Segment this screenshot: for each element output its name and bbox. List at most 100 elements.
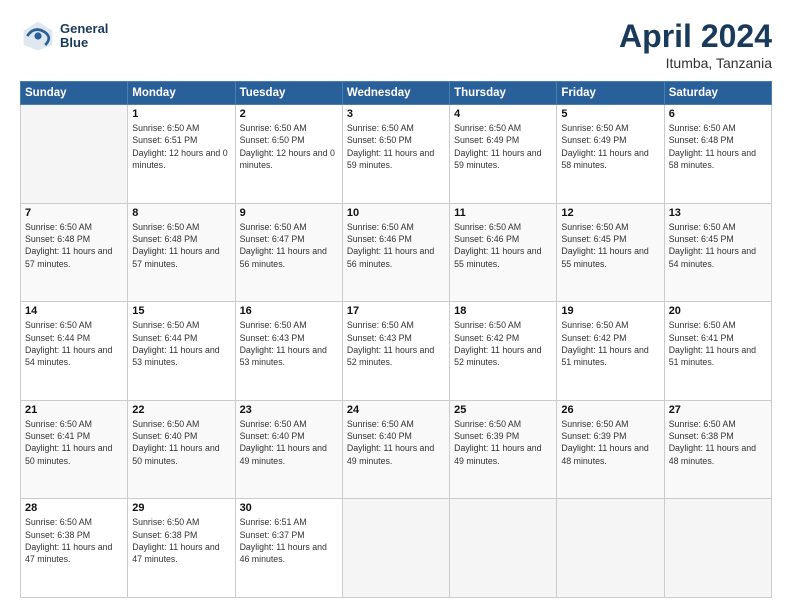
sunrise-text: Sunrise: 6:50 AM [132, 123, 199, 133]
day-number: 17 [347, 305, 445, 317]
day-number: 10 [347, 207, 445, 219]
sunrise-text: Sunrise: 6:50 AM [669, 419, 736, 429]
calendar-cell: 19 Sunrise: 6:50 AM Sunset: 6:42 PM Dayl… [557, 302, 664, 401]
daylight-text: Daylight: 11 hours and 57 minutes. [25, 246, 112, 268]
sunrise-text: Sunrise: 6:50 AM [132, 419, 199, 429]
sunrise-text: Sunrise: 6:50 AM [240, 222, 307, 232]
day-info: Sunrise: 6:50 AM Sunset: 6:51 PM Dayligh… [132, 122, 230, 171]
day-info: Sunrise: 6:50 AM Sunset: 6:48 PM Dayligh… [25, 221, 123, 270]
weekday-header-friday: Friday [557, 82, 664, 105]
day-info: Sunrise: 6:50 AM Sunset: 6:39 PM Dayligh… [561, 418, 659, 467]
logo-line2: Blue [60, 36, 108, 50]
day-info: Sunrise: 6:50 AM Sunset: 6:47 PM Dayligh… [240, 221, 338, 270]
sunset-text: Sunset: 6:42 PM [454, 333, 519, 343]
weekday-header-tuesday: Tuesday [235, 82, 342, 105]
day-number: 1 [132, 108, 230, 120]
month-title: April 2024 [619, 18, 772, 55]
day-number: 9 [240, 207, 338, 219]
sunset-text: Sunset: 6:50 PM [347, 135, 412, 145]
daylight-text: Daylight: 12 hours and 0 minutes. [240, 148, 335, 170]
daylight-text: Daylight: 11 hours and 59 minutes. [454, 148, 541, 170]
sunrise-text: Sunrise: 6:50 AM [132, 517, 199, 527]
day-number: 13 [669, 207, 767, 219]
day-info: Sunrise: 6:50 AM Sunset: 6:41 PM Dayligh… [669, 319, 767, 368]
calendar-cell [450, 499, 557, 598]
sunrise-text: Sunrise: 6:50 AM [240, 123, 307, 133]
daylight-text: Daylight: 11 hours and 46 minutes. [240, 542, 327, 564]
sunset-text: Sunset: 6:43 PM [347, 333, 412, 343]
day-info: Sunrise: 6:50 AM Sunset: 6:48 PM Dayligh… [669, 122, 767, 171]
day-number: 29 [132, 502, 230, 514]
sunset-text: Sunset: 6:45 PM [561, 234, 626, 244]
sunrise-text: Sunrise: 6:50 AM [240, 320, 307, 330]
daylight-text: Daylight: 11 hours and 51 minutes. [669, 345, 756, 367]
day-number: 20 [669, 305, 767, 317]
weekday-header-sunday: Sunday [21, 82, 128, 105]
day-info: Sunrise: 6:50 AM Sunset: 6:44 PM Dayligh… [132, 319, 230, 368]
daylight-text: Daylight: 11 hours and 53 minutes. [240, 345, 327, 367]
day-number: 14 [25, 305, 123, 317]
daylight-text: Daylight: 11 hours and 47 minutes. [132, 542, 219, 564]
weekday-header-wednesday: Wednesday [342, 82, 449, 105]
daylight-text: Daylight: 11 hours and 56 minutes. [347, 246, 434, 268]
sunset-text: Sunset: 6:38 PM [132, 530, 197, 540]
daylight-text: Daylight: 11 hours and 57 minutes. [132, 246, 219, 268]
sunrise-text: Sunrise: 6:50 AM [454, 320, 521, 330]
daylight-text: Daylight: 11 hours and 53 minutes. [132, 345, 219, 367]
calendar-cell: 22 Sunrise: 6:50 AM Sunset: 6:40 PM Dayl… [128, 400, 235, 499]
day-info: Sunrise: 6:50 AM Sunset: 6:40 PM Dayligh… [132, 418, 230, 467]
calendar-cell: 15 Sunrise: 6:50 AM Sunset: 6:44 PM Dayl… [128, 302, 235, 401]
sunset-text: Sunset: 6:44 PM [25, 333, 90, 343]
daylight-text: Daylight: 11 hours and 55 minutes. [454, 246, 541, 268]
logo-text: General Blue [60, 22, 108, 51]
sunset-text: Sunset: 6:48 PM [25, 234, 90, 244]
day-number: 26 [561, 404, 659, 416]
calendar-cell: 4 Sunrise: 6:50 AM Sunset: 6:49 PM Dayli… [450, 105, 557, 204]
sunset-text: Sunset: 6:40 PM [132, 431, 197, 441]
day-info: Sunrise: 6:50 AM Sunset: 6:38 PM Dayligh… [669, 418, 767, 467]
sunrise-text: Sunrise: 6:50 AM [561, 320, 628, 330]
calendar-week-row: 7 Sunrise: 6:50 AM Sunset: 6:48 PM Dayli… [21, 203, 772, 302]
daylight-text: Daylight: 11 hours and 52 minutes. [347, 345, 434, 367]
daylight-text: Daylight: 11 hours and 49 minutes. [240, 443, 327, 465]
calendar-cell: 11 Sunrise: 6:50 AM Sunset: 6:46 PM Dayl… [450, 203, 557, 302]
calendar-cell: 24 Sunrise: 6:50 AM Sunset: 6:40 PM Dayl… [342, 400, 449, 499]
day-info: Sunrise: 6:50 AM Sunset: 6:40 PM Dayligh… [240, 418, 338, 467]
calendar-cell: 21 Sunrise: 6:50 AM Sunset: 6:41 PM Dayl… [21, 400, 128, 499]
day-number: 27 [669, 404, 767, 416]
calendar-header-row: SundayMondayTuesdayWednesdayThursdayFrid… [21, 82, 772, 105]
sunset-text: Sunset: 6:44 PM [132, 333, 197, 343]
sunrise-text: Sunrise: 6:50 AM [240, 419, 307, 429]
day-info: Sunrise: 6:50 AM Sunset: 6:46 PM Dayligh… [454, 221, 552, 270]
day-number: 3 [347, 108, 445, 120]
calendar-cell: 27 Sunrise: 6:50 AM Sunset: 6:38 PM Dayl… [664, 400, 771, 499]
day-number: 12 [561, 207, 659, 219]
sunrise-text: Sunrise: 6:50 AM [132, 222, 199, 232]
logo-line1: General [60, 22, 108, 36]
sunrise-text: Sunrise: 6:50 AM [454, 123, 521, 133]
calendar-cell [342, 499, 449, 598]
weekday-header-saturday: Saturday [664, 82, 771, 105]
calendar-cell: 16 Sunrise: 6:50 AM Sunset: 6:43 PM Dayl… [235, 302, 342, 401]
calendar-cell: 30 Sunrise: 6:51 AM Sunset: 6:37 PM Dayl… [235, 499, 342, 598]
calendar-cell: 6 Sunrise: 6:50 AM Sunset: 6:48 PM Dayli… [664, 105, 771, 204]
calendar-cell: 7 Sunrise: 6:50 AM Sunset: 6:48 PM Dayli… [21, 203, 128, 302]
day-info: Sunrise: 6:50 AM Sunset: 6:48 PM Dayligh… [132, 221, 230, 270]
day-info: Sunrise: 6:51 AM Sunset: 6:37 PM Dayligh… [240, 516, 338, 565]
calendar-cell: 3 Sunrise: 6:50 AM Sunset: 6:50 PM Dayli… [342, 105, 449, 204]
day-info: Sunrise: 6:50 AM Sunset: 6:42 PM Dayligh… [561, 319, 659, 368]
header: General Blue April 2024 Itumba, Tanzania [20, 18, 772, 71]
day-number: 5 [561, 108, 659, 120]
day-number: 21 [25, 404, 123, 416]
sunrise-text: Sunrise: 6:50 AM [561, 123, 628, 133]
calendar-week-row: 28 Sunrise: 6:50 AM Sunset: 6:38 PM Dayl… [21, 499, 772, 598]
logo: General Blue [20, 18, 108, 54]
day-info: Sunrise: 6:50 AM Sunset: 6:50 PM Dayligh… [347, 122, 445, 171]
day-info: Sunrise: 6:50 AM Sunset: 6:43 PM Dayligh… [240, 319, 338, 368]
daylight-text: Daylight: 11 hours and 59 minutes. [347, 148, 434, 170]
day-info: Sunrise: 6:50 AM Sunset: 6:49 PM Dayligh… [561, 122, 659, 171]
calendar-cell: 20 Sunrise: 6:50 AM Sunset: 6:41 PM Dayl… [664, 302, 771, 401]
daylight-text: Daylight: 11 hours and 54 minutes. [25, 345, 112, 367]
calendar-cell: 5 Sunrise: 6:50 AM Sunset: 6:49 PM Dayli… [557, 105, 664, 204]
sunrise-text: Sunrise: 6:50 AM [669, 123, 736, 133]
